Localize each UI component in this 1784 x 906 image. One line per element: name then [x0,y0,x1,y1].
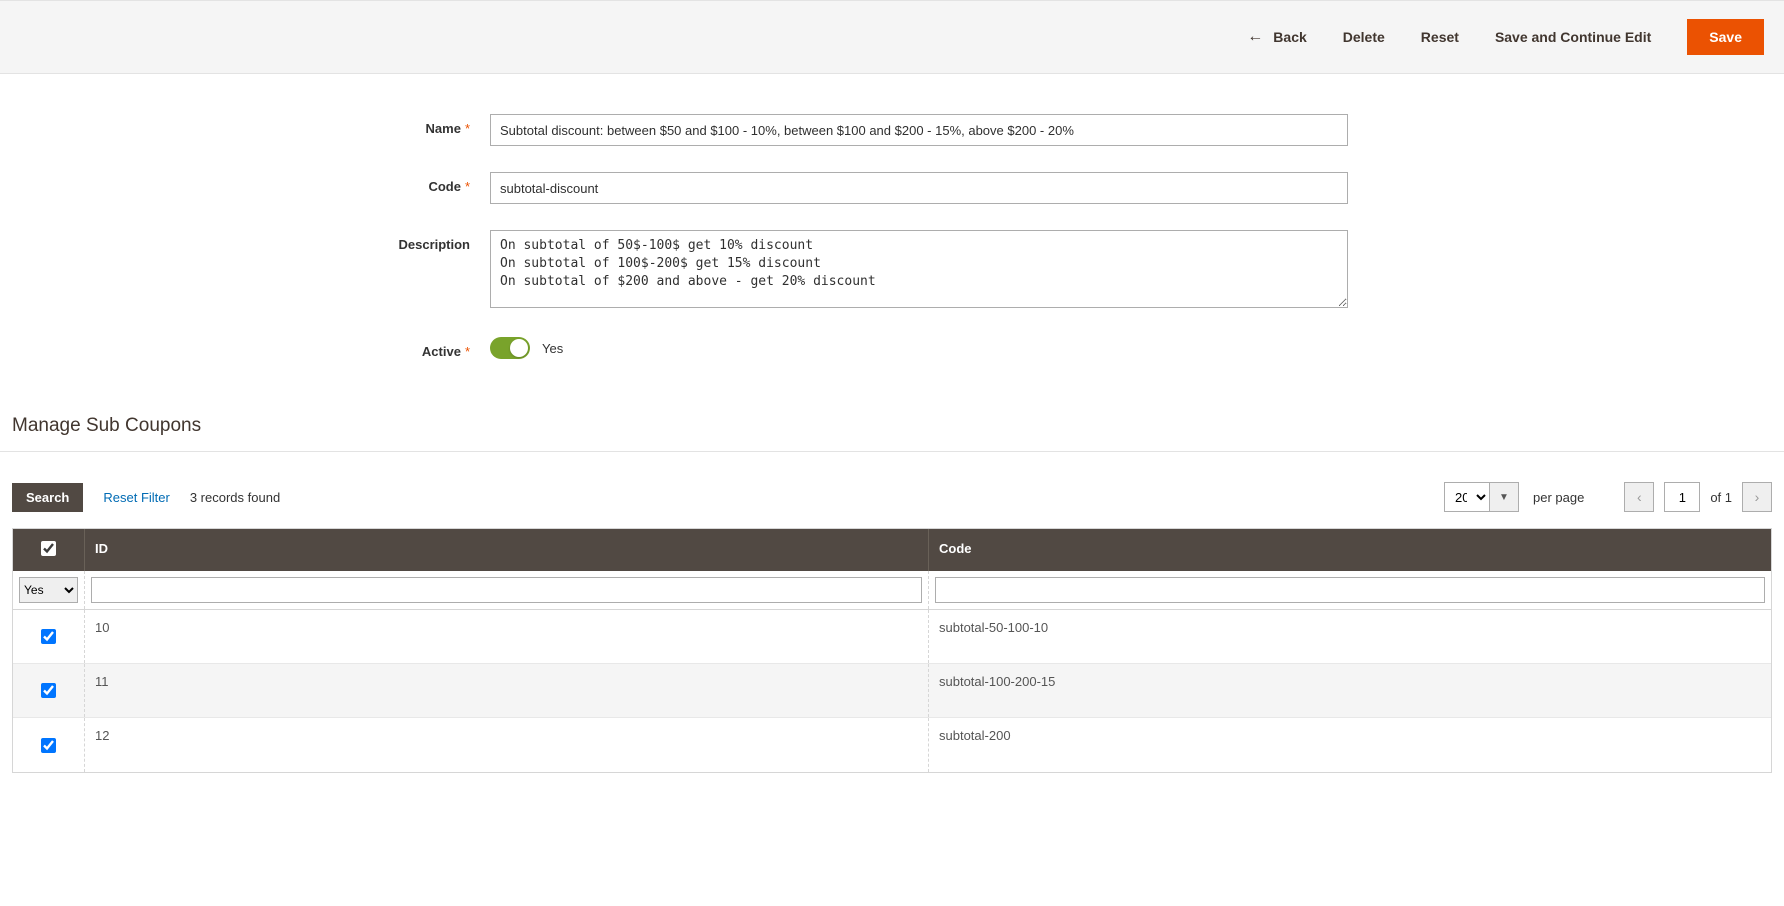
code-label: Code* [200,172,490,194]
header-checkbox-cell [13,529,85,571]
row-checkbox[interactable] [41,738,56,753]
grid-filter-row: Yes [13,571,1771,610]
active-label: Active* [200,337,490,359]
caret-down-icon: ▼ [1499,492,1509,503]
row-checkbox[interactable] [41,683,56,698]
sub-coupons-grid: ID Code Yes 10 subtotal-50-100-10 11 sub… [12,528,1772,773]
name-label: Name* [200,114,490,136]
code-input[interactable] [490,172,1348,204]
toggle-knob-icon [510,339,528,357]
per-page-select[interactable]: 20 [1444,482,1490,512]
row-code: subtotal-50-100-10 [929,610,1771,663]
row-id: 12 [85,718,929,772]
next-page-button[interactable]: › [1742,482,1772,512]
chevron-right-icon: › [1755,489,1760,505]
page-actions-bar: ← Back Delete Reset Save and Continue Ed… [0,0,1784,74]
save-button[interactable]: Save [1687,19,1764,55]
back-label: Back [1273,29,1306,45]
per-page-label: per page [1533,490,1584,505]
form-area: Name* Code* Description Active* [200,74,1400,415]
prev-page-button[interactable]: ‹ [1624,482,1654,512]
filter-code-input[interactable] [935,577,1765,603]
filter-checkbox-select[interactable]: Yes [19,577,78,603]
header-id[interactable]: ID [85,529,929,571]
name-row: Name* [200,114,1400,146]
grid-search-button[interactable]: Search [12,483,83,512]
filter-id-input[interactable] [91,577,922,603]
delete-button[interactable]: Delete [1343,29,1385,45]
per-page-dropdown-button[interactable]: ▼ [1489,482,1519,512]
pager: 20 ▼ per page ‹ of 1 › [1444,482,1772,512]
grid-body: 10 subtotal-50-100-10 11 subtotal-100-20… [13,610,1771,772]
row-id: 10 [85,610,929,663]
table-row[interactable]: 12 subtotal-200 [13,718,1771,772]
back-button[interactable]: ← Back [1247,29,1306,45]
chevron-left-icon: ‹ [1637,489,1642,505]
row-code: subtotal-200 [929,718,1771,772]
row-checkbox[interactable] [41,629,56,644]
table-row[interactable]: 11 subtotal-100-200-15 [13,664,1771,718]
active-value: Yes [542,341,563,356]
grid-toolbar: Search Reset Filter 3 records found 20 ▼… [0,482,1784,528]
header-code[interactable]: Code [929,529,1771,571]
description-row: Description [200,230,1400,311]
of-label: of 1 [1710,490,1732,505]
required-icon: * [465,344,470,359]
page-input[interactable] [1664,482,1700,512]
name-input[interactable] [490,114,1348,146]
arrow-left-icon: ← [1247,29,1263,45]
reset-button[interactable]: Reset [1421,29,1459,45]
records-found-label: 3 records found [190,490,280,505]
description-label: Description [200,230,490,252]
save-continue-button[interactable]: Save and Continue Edit [1495,29,1651,45]
table-row[interactable]: 10 subtotal-50-100-10 [13,610,1771,664]
section-title: Manage Sub Coupons [0,415,1784,452]
row-code: subtotal-100-200-15 [929,664,1771,717]
code-row: Code* [200,172,1400,204]
reset-filter-link[interactable]: Reset Filter [103,490,169,505]
row-id: 11 [85,664,929,717]
description-textarea[interactable] [490,230,1348,308]
select-all-checkbox[interactable] [41,541,56,556]
required-icon: * [465,121,470,136]
active-row: Active* Yes [200,337,1400,359]
active-toggle[interactable] [490,337,530,359]
grid-header: ID Code [13,529,1771,571]
required-icon: * [465,179,470,194]
